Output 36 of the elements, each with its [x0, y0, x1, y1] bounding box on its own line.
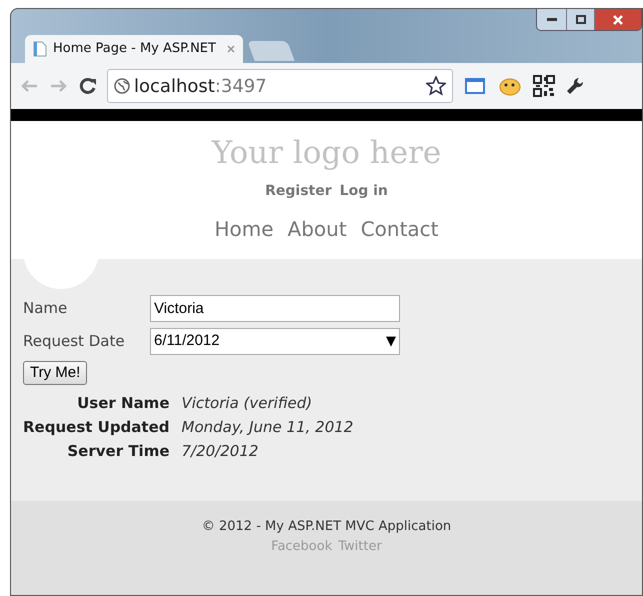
field-label: Request Date — [23, 331, 126, 352]
menu-link[interactable]: Contact — [360, 214, 438, 244]
logo-text: Your logo here — [212, 134, 442, 173]
result-label: Request Updated — [23, 417, 170, 438]
result-value: Monday, June 11, 2012 — [182, 417, 354, 438]
account-link[interactable]: Log in — [340, 181, 388, 202]
qr-code-icon[interactable] — [533, 75, 555, 97]
star-icon[interactable] — [426, 76, 446, 96]
minimize-icon — [546, 18, 556, 22]
minimize-button[interactable] — [537, 9, 567, 30]
name-input[interactable]: Victoria — [150, 295, 400, 322]
close-tab-icon[interactable] — [227, 45, 235, 53]
result-value: 7/20/2012 — [182, 441, 260, 462]
account-link[interactable]: Register — [265, 181, 332, 202]
menu-link[interactable]: Home — [214, 214, 274, 244]
close-button[interactable] — [595, 9, 641, 30]
result-label: Server Time — [66, 441, 170, 462]
page-icon — [33, 41, 47, 57]
globe-icon — [114, 78, 130, 94]
copyright-text: © 2012 - My ASP.NET MVC Application — [202, 518, 452, 536]
address-bar[interactable]: localhost:3497 — [107, 69, 453, 103]
date-dropdown[interactable]: 6/11/2012 ▼ — [150, 328, 400, 355]
try-me-button[interactable]: Try Me! — [23, 361, 88, 385]
window-frame-icon[interactable] — [463, 76, 487, 96]
result-value: Victoria (verified) — [182, 393, 314, 414]
wrench-icon[interactable] — [565, 76, 585, 96]
field-label: Name — [23, 298, 68, 320]
maximize-icon — [576, 15, 586, 24]
reload-icon[interactable] — [79, 77, 97, 95]
close-icon — [613, 14, 623, 24]
result-label: User Name — [76, 393, 170, 414]
menu-link[interactable]: About — [288, 214, 347, 244]
url-text: localhost:3497 — [134, 74, 268, 98]
maximize-button[interactable] — [567, 9, 595, 30]
browser-tab[interactable]: Home Page - My ASP.NET — [25, 35, 243, 63]
tab-title: Home Page - My ASP.NET — [53, 40, 217, 58]
